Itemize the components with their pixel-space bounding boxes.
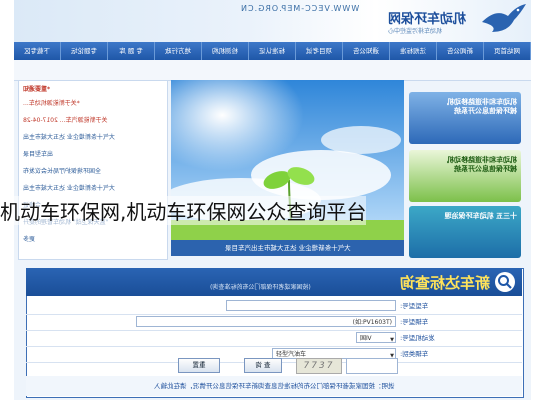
reset-button[interactable]: 重置: [178, 358, 220, 373]
query-title: 新车达标查询: [400, 274, 491, 292]
nav-item[interactable]: 检测机构: [202, 42, 249, 60]
news-item[interactable]: 大气十条新增企业 达五大城市主出: [23, 184, 163, 193]
site-subtitle: 机动车排污监控中心: [388, 28, 443, 35]
site-url[interactable]: WWW.VECC-MEP.ORG.CN: [240, 4, 359, 13]
nav-item[interactable]: 下载专区: [14, 42, 61, 60]
bottom-note: 说明：按国家或者环保部门公布的标准信息查询新车环保信息公开情况，请在此输入: [26, 376, 522, 396]
form-row-vehicle-model: 车型型号:: [26, 298, 522, 315]
nav-item[interactable]: 网站首页: [484, 42, 531, 60]
news-item[interactable]: 关于新能源汽车... 2017-04-28: [23, 116, 163, 125]
ad-banner-info-system[interactable]: 机动车和非道路移动机械环保信息公开系统: [409, 150, 521, 202]
nav-item[interactable]: 专题论坛: [61, 42, 108, 60]
news-heading: *重要通知: [23, 86, 51, 93]
field-label: 车辆类别:: [400, 350, 429, 358]
vehicle-type-input[interactable]: (如:PV1603T): [136, 316, 396, 327]
query-note: (按国家或者环保部门公布的标准查询): [210, 284, 311, 291]
emission-standard-select[interactable]: 国Ⅳ ▼: [356, 332, 396, 343]
field-label: 车辆型号:: [400, 318, 429, 326]
field-label: 发动机型号:: [400, 334, 435, 342]
nav-item[interactable]: 地方行政: [155, 42, 202, 60]
vehicle-model-input[interactable]: [226, 300, 396, 311]
select-value: 国Ⅳ: [360, 335, 372, 342]
news-item[interactable]: 全国环境保护厅局长会议发布: [23, 167, 163, 176]
nav-item[interactable]: 法规标准: [390, 42, 437, 60]
bird-logo-icon[interactable]: [478, 2, 528, 40]
chevron-down-icon: ▼: [390, 337, 394, 343]
select-value: 轻型汽油车: [276, 351, 307, 358]
form-row-engine-model: 发动机型号: 国Ⅳ ▼: [26, 330, 522, 347]
site-logo-text[interactable]: 机动车环保网: [388, 8, 466, 27]
captcha-image[interactable]: 7737: [296, 358, 342, 374]
ad-text: 十三五 机动车环保治理: [444, 212, 517, 220]
news-item[interactable]: *关于新能源机动车...: [23, 99, 163, 108]
subnav-strip: [14, 60, 531, 81]
ad-text: 机动车和非道路移动机械环保信息公开系统: [447, 98, 517, 115]
ad-banner-13th-five-year[interactable]: 十三五 机动车环保治理: [409, 206, 521, 258]
overlay-title: 机动车环保网,机动车环保网公众查询平台: [0, 196, 367, 225]
news-item[interactable]: 出车型目录: [23, 150, 163, 159]
ad-text: 机动车和非道路移动机械环保信息公开系统: [447, 156, 517, 173]
ad-banner-info-disclosure[interactable]: 机动车和非道路移动机械环保信息公开系统: [409, 92, 521, 144]
news-item[interactable]: 大气十条新增企业 达五大城市主出: [23, 133, 163, 142]
captcha-input[interactable]: [346, 358, 398, 374]
nav-item[interactable]: 标准认证: [249, 42, 296, 60]
news-item[interactable]: 更多: [23, 235, 163, 244]
query-button[interactable]: 查 询: [244, 358, 282, 373]
nav-item[interactable]: 项目考试: [296, 42, 343, 60]
nav-item[interactable]: 专 题 库: [108, 42, 155, 60]
news-panel: *重要通知 *关于新能源机动车... 关于新能源汽车... 2017-04-28 大气…: [18, 80, 168, 260]
form-row-vehicle-type: 车辆型号: (如:PV1603T): [26, 314, 522, 331]
search-icon: [495, 272, 515, 292]
photo-caption[interactable]: 大气十条新增企业 达五大城市主出汽车目录: [171, 240, 404, 256]
nav-item[interactable]: 通知公告: [343, 42, 390, 60]
nav-item[interactable]: 新闻公告: [437, 42, 484, 60]
main-nav: 网站首页 新闻公告 法规标准 通知公告 项目考试 标准认证 检测机构 地方行政专 题 库专题论…: [14, 42, 531, 60]
field-label: 车型型号:: [400, 302, 429, 310]
